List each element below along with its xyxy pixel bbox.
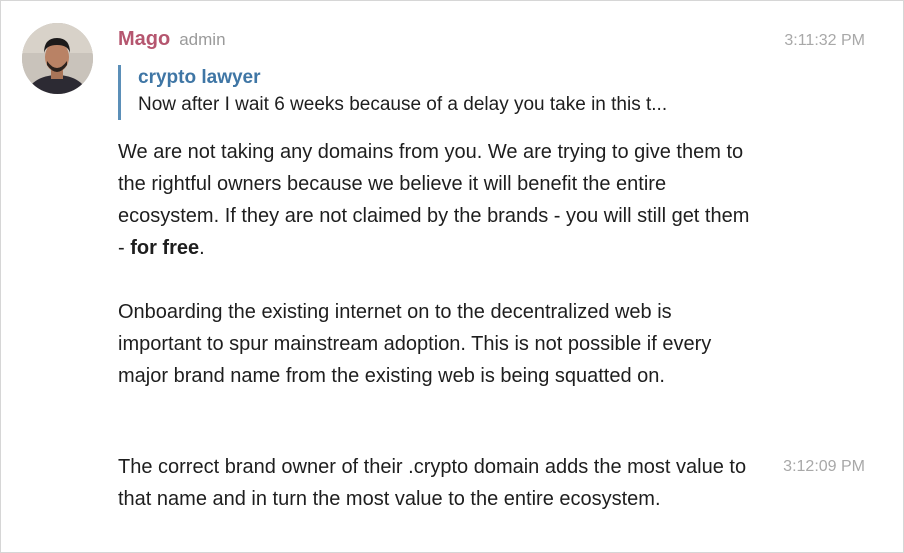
reply-text: Now after I wait 6 weeks because of a de…: [138, 94, 668, 115]
sender-avatar[interactable]: [22, 23, 93, 94]
message-header: Mago admin: [118, 28, 226, 54]
followup-message: The correct brand owner of their .crypto…: [118, 456, 747, 510]
reply-author: crypto lawyer: [138, 67, 261, 88]
message-bold-text: for free: [130, 237, 200, 259]
message-paragraph: We are not taking any domains from you. …: [118, 136, 758, 264]
sender-name[interactable]: Mago: [118, 28, 170, 51]
message-text: We are not taking any domains from you. …: [118, 141, 750, 259]
message-paragraph: Onboarding the existing internet on to t…: [118, 301, 712, 387]
message-timestamp: 3:11:32 PM: [784, 32, 865, 49]
followup-timestamp: 3:12:09 PM: [783, 458, 865, 475]
chat-panel: Mago admin 3:11:32 PM crypto lawyer Now …: [0, 0, 904, 553]
message-text-suffix: .: [199, 237, 205, 259]
user-photo-avatar-icon: [22, 23, 93, 94]
reply-quote[interactable]: crypto lawyer Now after I wait 6 weeks b…: [118, 65, 768, 120]
sender-role-badge: admin: [179, 30, 226, 49]
